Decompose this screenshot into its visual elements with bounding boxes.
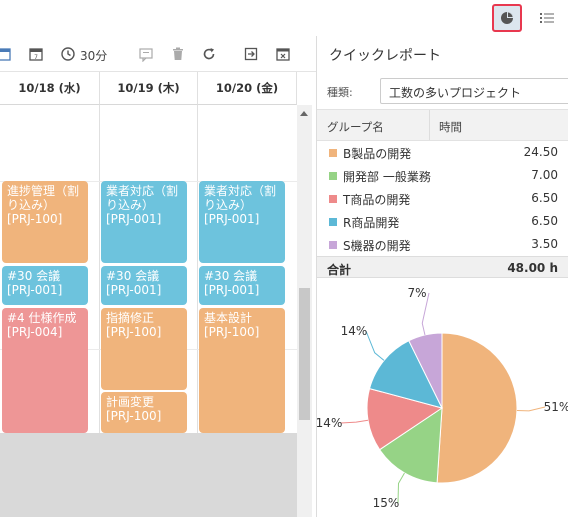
event-line: [PRJ-004] bbox=[7, 325, 63, 339]
calendar-event[interactable]: #30 会議 [PRJ-001] bbox=[199, 266, 285, 305]
pie-label: 51% bbox=[544, 400, 568, 414]
off-hours-area bbox=[0, 433, 297, 517]
list-view-button[interactable] bbox=[532, 4, 562, 32]
pie-leader-line bbox=[516, 406, 546, 412]
calendar-close-icon[interactable] bbox=[275, 46, 291, 62]
pie-label: 14% bbox=[341, 324, 368, 338]
pie-label: 14% bbox=[317, 416, 342, 430]
calendar-toolbar: 7 30分 bbox=[0, 36, 316, 72]
calendar-week-icon[interactable] bbox=[0, 46, 12, 62]
event-line: [PRJ-001] bbox=[204, 212, 260, 226]
event-line: 基本設計 bbox=[204, 311, 253, 325]
pie-label: 15% bbox=[373, 496, 400, 510]
pie-leader-line bbox=[340, 419, 369, 424]
calendar-event[interactable]: #4 仕様作成 [PRJ-004] bbox=[2, 308, 88, 433]
event-line: [PRJ-001] bbox=[106, 283, 162, 297]
calendar-event[interactable]: 基本設計 [PRJ-100] bbox=[199, 308, 285, 433]
event-line: [PRJ-001] bbox=[106, 212, 162, 226]
comment-icon[interactable] bbox=[138, 46, 154, 62]
column-header[interactable]: 10/20 (金) bbox=[198, 72, 297, 105]
event-line: 業者対応（割 bbox=[204, 184, 277, 198]
column-header[interactable]: 10/18 (水) bbox=[0, 72, 100, 105]
event-line: り込み） bbox=[7, 198, 56, 212]
quick-report-button[interactable] bbox=[492, 4, 522, 32]
event-line: #4 仕様作成 bbox=[7, 311, 77, 325]
event-line: [PRJ-001] bbox=[7, 283, 63, 297]
calendar-event[interactable]: 業者対応（割 り込み） [PRJ-001] bbox=[101, 181, 187, 263]
scrollbar-thumb[interactable] bbox=[299, 288, 310, 420]
quick-report-panel: クイックレポート 種類: 工数の多いプロジェクト グループ名 時間 B製品の開発… bbox=[317, 36, 568, 517]
calendar-event[interactable]: 計画変更 [PRJ-100] bbox=[101, 392, 187, 433]
calendar-scrollbar[interactable] bbox=[297, 105, 312, 517]
event-line: [PRJ-001] bbox=[204, 283, 260, 297]
pie-chart-icon bbox=[501, 12, 513, 24]
refresh-icon[interactable] bbox=[201, 46, 217, 62]
event-line: [PRJ-100] bbox=[7, 212, 63, 226]
calendar-event[interactable]: 指摘修正 [PRJ-100] bbox=[101, 308, 187, 390]
list-icon bbox=[540, 13, 554, 23]
calendar-event[interactable]: 業者対応（割 り込み） [PRJ-001] bbox=[199, 181, 285, 263]
event-line: り込み） bbox=[106, 198, 155, 212]
column-header[interactable]: 10/19 (木) bbox=[100, 72, 198, 105]
export-icon[interactable] bbox=[243, 46, 259, 62]
scroll-up-arrow-icon[interactable] bbox=[300, 111, 308, 116]
event-line: 業者対応（割 bbox=[106, 184, 179, 198]
event-line: #30 会議 bbox=[7, 269, 61, 283]
event-line: 指摘修正 bbox=[106, 311, 155, 325]
calendar-event[interactable]: #30 会議 [PRJ-001] bbox=[101, 266, 187, 305]
calendar-day-icon[interactable]: 7 bbox=[28, 46, 44, 62]
event-line: 進捗管理（割 bbox=[7, 184, 80, 198]
event-line: #30 会議 bbox=[204, 269, 258, 283]
calendar-grid: 10/18 (水) 10/19 (木) 10/20 (金) 進捗管理（割 り込み… bbox=[0, 72, 297, 517]
pie-label: 7% bbox=[407, 286, 426, 300]
interval-label[interactable]: 30分 bbox=[80, 47, 107, 64]
event-line: [PRJ-100] bbox=[106, 409, 162, 423]
pie-chart: 51% 15% 14% 14% 7% bbox=[317, 286, 568, 510]
event-line: 計画変更 bbox=[106, 395, 155, 409]
top-bar bbox=[0, 0, 568, 36]
svg-text:7: 7 bbox=[34, 54, 38, 61]
event-line: り込み） bbox=[204, 198, 253, 212]
event-line: #30 会議 bbox=[106, 269, 160, 283]
clock-icon[interactable] bbox=[60, 46, 76, 62]
calendar-event[interactable]: 進捗管理（割 り込み） [PRJ-100] bbox=[2, 181, 88, 263]
trash-icon[interactable] bbox=[170, 46, 186, 62]
event-line: [PRJ-100] bbox=[106, 325, 162, 339]
event-line: [PRJ-100] bbox=[204, 325, 260, 339]
calendar-event[interactable]: #30 会議 [PRJ-001] bbox=[2, 266, 88, 305]
pie-slice[interactable] bbox=[436, 332, 518, 484]
pie-leader-line bbox=[365, 330, 385, 361]
